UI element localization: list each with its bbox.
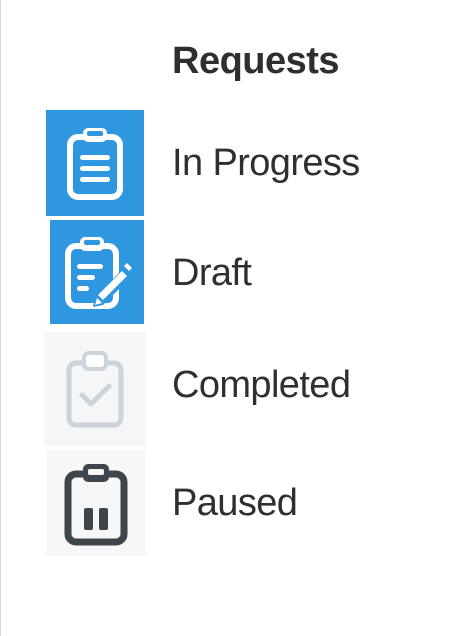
request-item-label: Completed <box>172 364 351 406</box>
request-item-label: Paused <box>172 482 298 524</box>
clipboard-pause-icon <box>64 464 128 546</box>
clipboard-edit-icon <box>65 237 132 309</box>
draft-tile <box>50 220 144 324</box>
panel-title: Requests <box>172 40 340 82</box>
request-item-draft[interactable]: Draft <box>0 220 450 326</box>
paused-tile <box>46 450 146 556</box>
clipboard-list-icon <box>67 128 123 200</box>
request-item-completed[interactable]: Completed <box>0 332 450 446</box>
request-item-label: Draft <box>172 252 252 294</box>
completed-tile <box>44 332 146 446</box>
request-item-in-progress[interactable]: In Progress <box>0 110 450 216</box>
request-item-label: In Progress <box>172 142 360 184</box>
in-progress-tile <box>46 110 144 216</box>
clipboard-check-icon <box>66 351 124 428</box>
request-item-paused[interactable]: Paused <box>0 450 450 556</box>
